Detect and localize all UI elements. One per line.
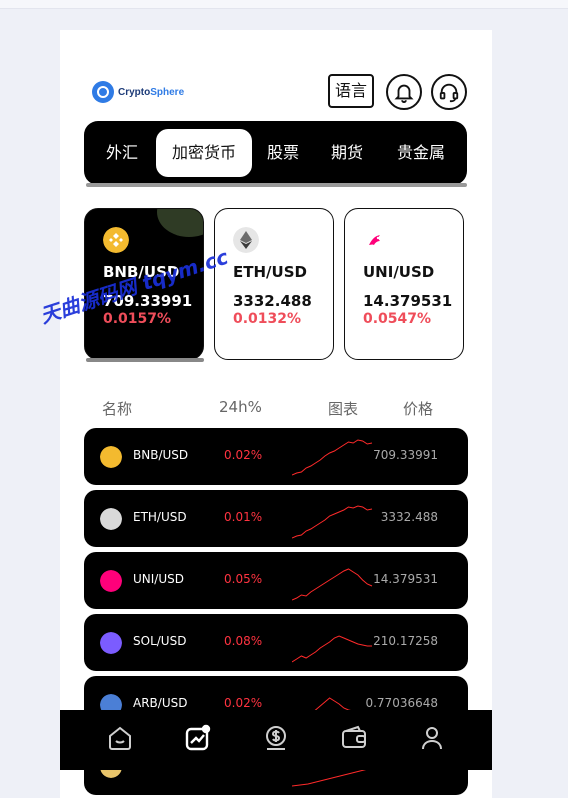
app-screen: CryptoSphere 语言 外汇 加密货币 股票 期货 贵金属 BNB/US… — [60, 30, 492, 798]
market-row[interactable]: UNI/USD 0.05% 14.379531 — [84, 552, 468, 609]
row-price: 210.17258 — [373, 634, 438, 648]
col-chart: 图表 — [328, 400, 359, 418]
row-price: 14.379531 — [373, 572, 438, 586]
tab-metals[interactable]: 贵金属 — [384, 129, 458, 177]
row-pair: BNB/USD — [133, 448, 189, 462]
row-sparkline — [292, 568, 373, 601]
market-row[interactable]: ETH/USD 0.01% 3332.488 — [84, 490, 468, 547]
col-price: 价格 — [403, 400, 434, 418]
logo-text: CryptoSphere — [118, 87, 184, 98]
tab-stocks[interactable]: 股票 — [258, 129, 308, 177]
logo-text-primary: Crypto — [118, 86, 151, 98]
row-pair: SOL/USD — [133, 634, 187, 648]
app-header: CryptoSphere 语言 — [60, 74, 492, 114]
row-change: 0.02% — [224, 448, 263, 462]
featured-card-uni[interactable]: UNI/USD 14.379531 0.0547% — [344, 208, 464, 360]
tab-futures[interactable]: 期货 — [322, 129, 372, 177]
card-price: 14.379531 — [363, 292, 453, 310]
category-tabs: 外汇 加密货币 股票 期货 贵金属 — [84, 121, 467, 185]
bell-icon — [394, 84, 414, 103]
card-pair: UNI/USD — [363, 263, 435, 281]
logo-text-accent: Sphere — [150, 86, 185, 98]
card-change: 0.0547% — [363, 311, 432, 327]
tab-crypto[interactable]: 加密货币 — [156, 129, 252, 177]
eth-icon — [100, 508, 122, 530]
bnb-icon — [100, 446, 122, 468]
notification-button[interactable] — [386, 74, 422, 110]
market-row[interactable]: BNB/USD 0.02% 709.33991 — [84, 428, 468, 485]
browser-strip — [0, 0, 568, 9]
language-button[interactable]: 语言 — [328, 74, 374, 108]
card-shadow — [86, 358, 204, 362]
bnb-icon — [103, 227, 129, 253]
tab-forex[interactable]: 外汇 — [94, 129, 150, 177]
row-change: 0.01% — [224, 510, 263, 524]
card-change: 0.0132% — [233, 311, 302, 327]
row-price: 0.77036648 — [365, 696, 438, 710]
row-pair: ARB/USD — [133, 696, 188, 710]
row-price: 3332.488 — [380, 510, 438, 524]
user-icon[interactable] — [418, 724, 446, 752]
row-change: 0.02% — [224, 696, 263, 710]
col-change: 24h% — [219, 398, 262, 416]
bottom-nav — [60, 710, 492, 770]
col-name: 名称 — [102, 400, 133, 418]
row-change: 0.05% — [224, 572, 263, 586]
featured-card-eth[interactable]: ETH/USD 3332.488 0.0132% — [214, 208, 334, 360]
market-icon[interactable] — [184, 724, 212, 752]
row-pair: UNI/USD — [133, 572, 184, 586]
wallet-icon[interactable] — [340, 724, 368, 752]
eth-icon — [233, 227, 259, 253]
logo-mark-icon — [92, 81, 114, 103]
row-sparkline — [292, 505, 373, 539]
logo: CryptoSphere — [92, 81, 184, 103]
row-change: 0.08% — [224, 634, 263, 648]
row-price: 709.33991 — [373, 448, 438, 462]
uni-icon — [100, 570, 122, 592]
uni-icon — [363, 227, 389, 253]
home-icon[interactable] — [106, 724, 134, 752]
dollar-icon[interactable] — [262, 724, 290, 752]
card-pair: ETH/USD — [233, 263, 307, 281]
support-button[interactable] — [431, 74, 467, 110]
row-pair: ETH/USD — [133, 510, 187, 524]
row-sparkline — [292, 439, 373, 476]
list-header: 名称 24h% 图表 价格 — [60, 398, 492, 420]
market-row[interactable]: SOL/USD 0.08% 210.17258 — [84, 614, 468, 671]
headset-icon — [439, 83, 459, 103]
card-change: 0.0157% — [103, 311, 172, 327]
tabs-underline — [86, 183, 467, 187]
row-sparkline — [292, 635, 372, 663]
sol-icon — [100, 632, 122, 654]
card-price: 3332.488 — [233, 292, 312, 310]
